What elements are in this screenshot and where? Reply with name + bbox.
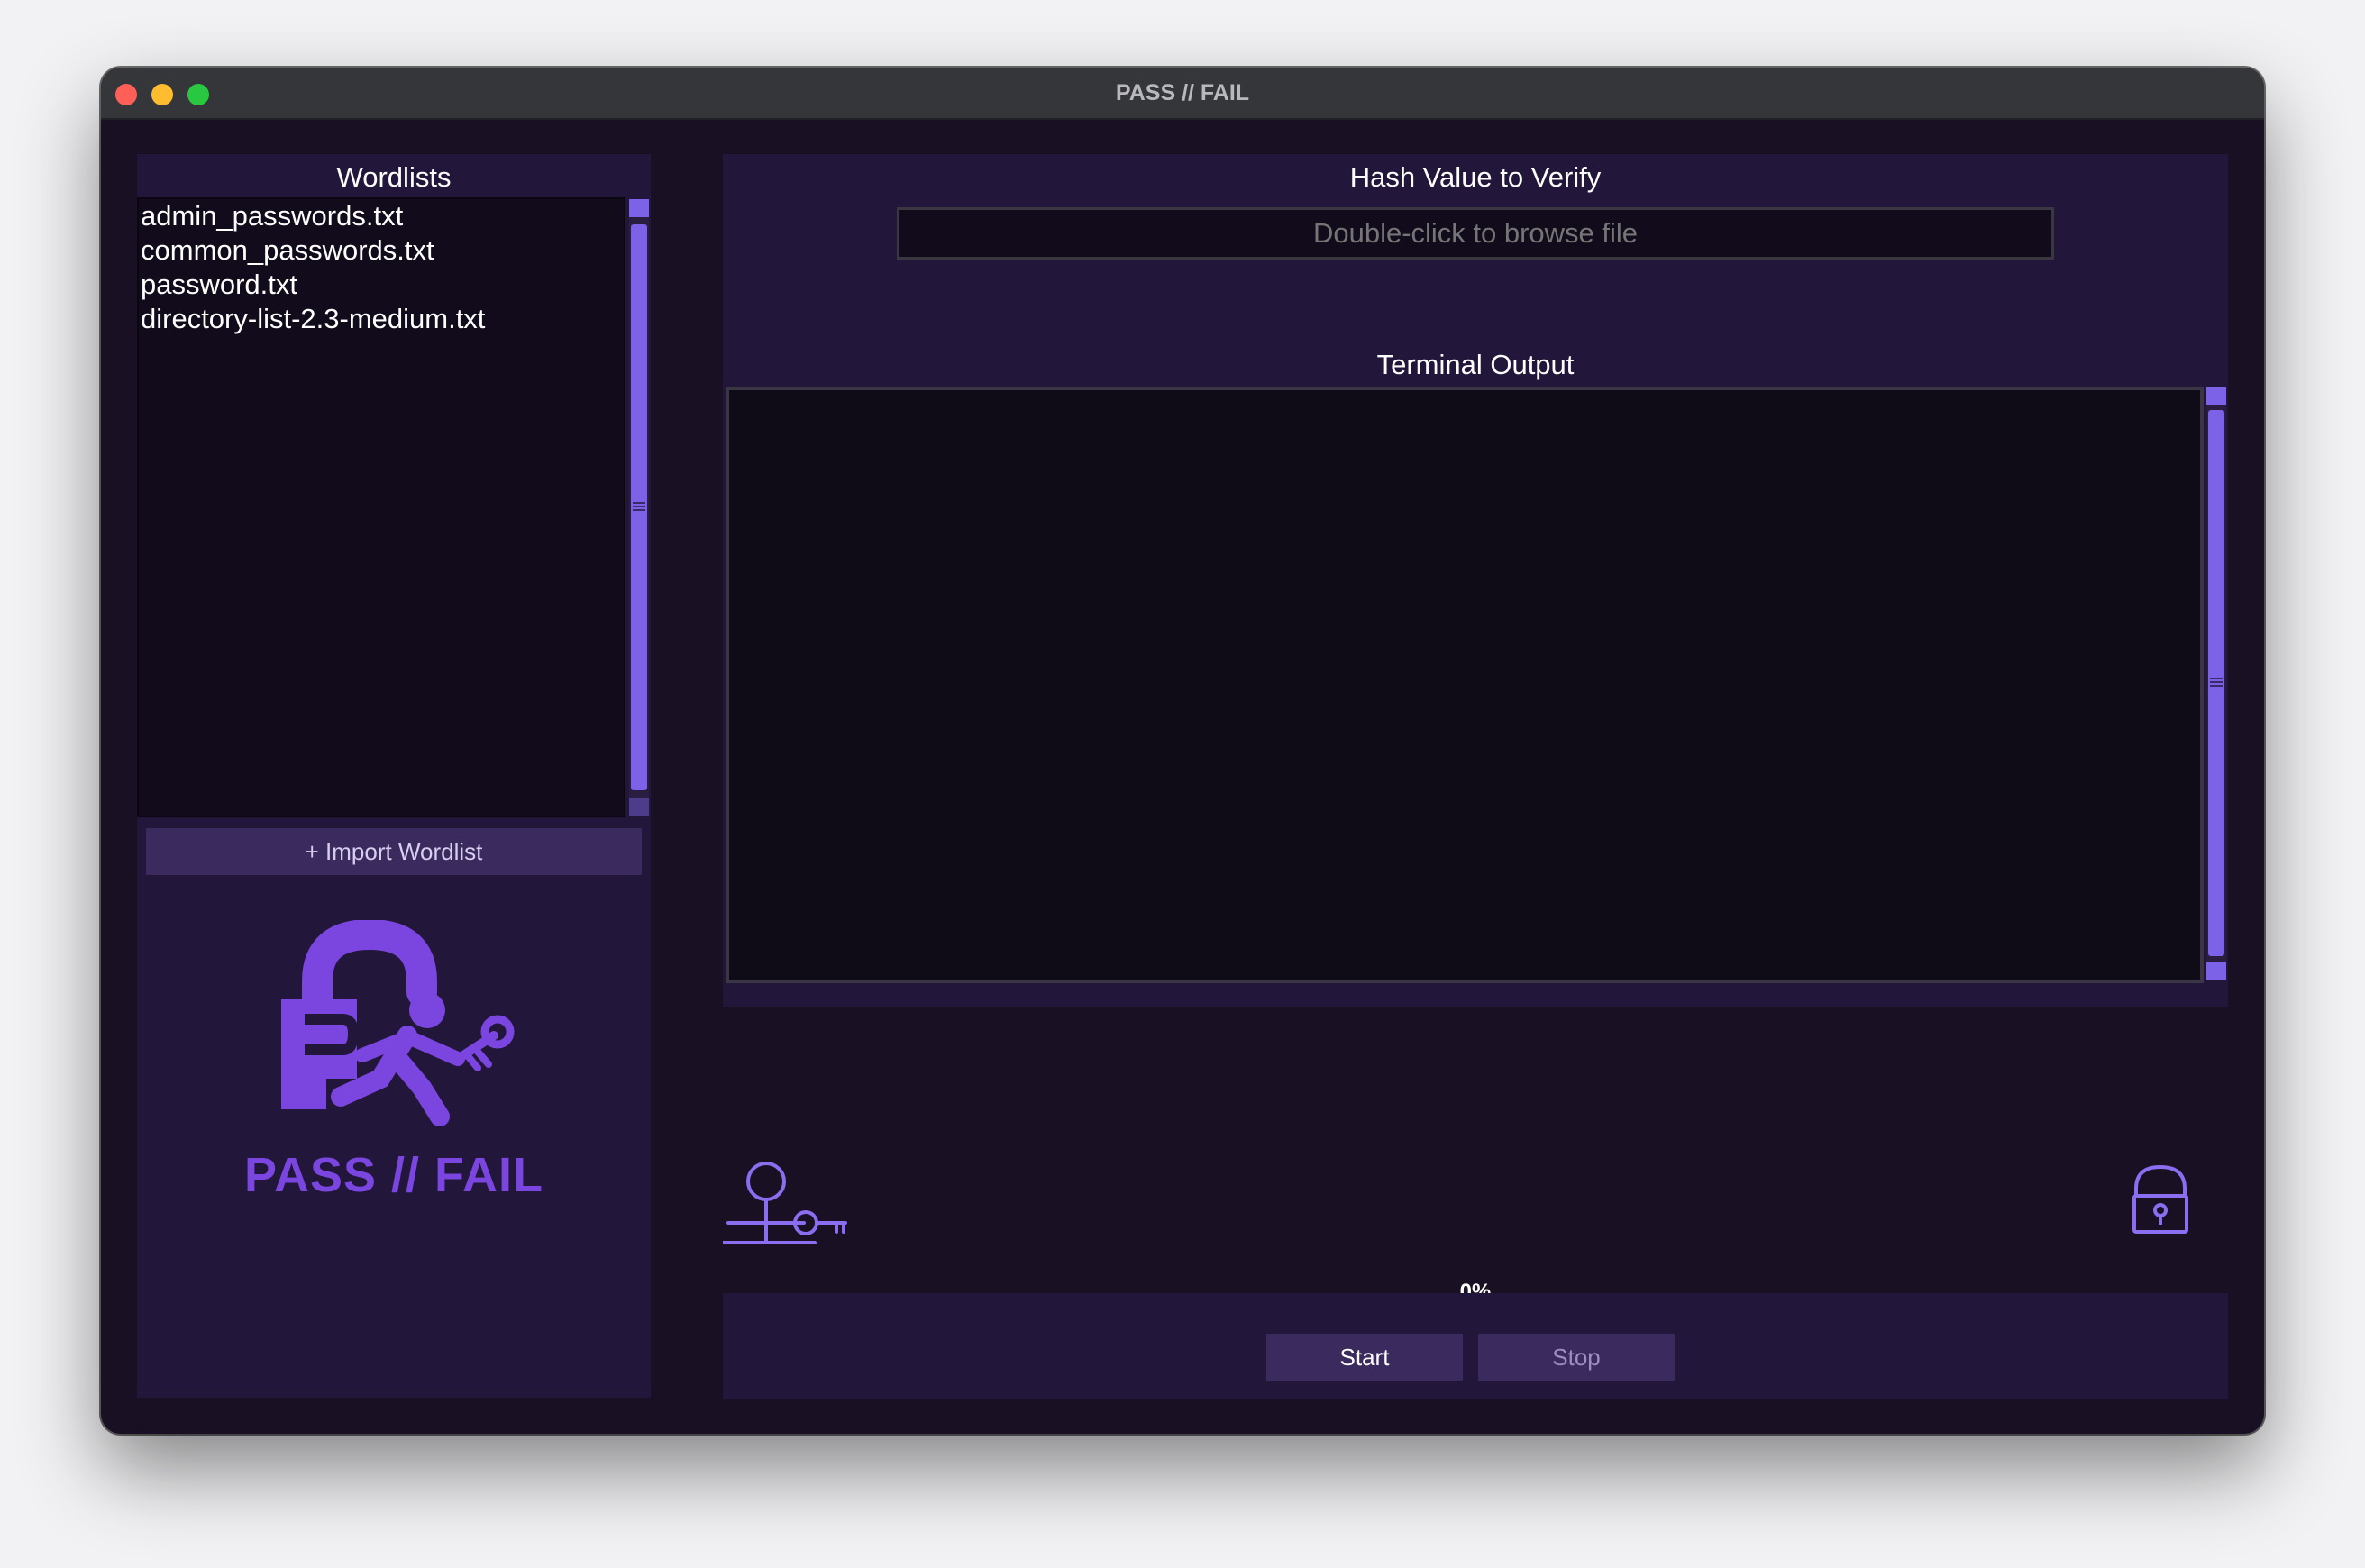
terminal-scrollbar[interactable] bbox=[2206, 387, 2226, 980]
scroll-thumb[interactable] bbox=[2208, 410, 2224, 956]
stop-button[interactable]: Stop bbox=[1478, 1334, 1675, 1381]
scroll-down-arrow[interactable] bbox=[629, 798, 649, 816]
import-wordlist-button[interactable]: + Import Wordlist bbox=[146, 828, 642, 875]
wordlist-item[interactable]: directory-list-2.3-medium.txt bbox=[139, 302, 624, 336]
padlock-icon bbox=[2132, 1164, 2188, 1234]
wordlist-scrollbar[interactable] bbox=[629, 199, 649, 816]
hash-title: Hash Value to Verify bbox=[1349, 161, 1602, 193]
stick-figure-with-key-icon bbox=[723, 1162, 847, 1244]
wordlists-panel: Wordlists admin_passwords.txt common_pass… bbox=[137, 154, 651, 1398]
control-bar: Start Stop bbox=[723, 1293, 2228, 1399]
scroll-down-arrow[interactable] bbox=[2206, 962, 2226, 980]
wordlists-title: Wordlists bbox=[336, 161, 452, 193]
title-bar: PASS // FAIL bbox=[101, 68, 2264, 120]
wordlist-item[interactable]: common_passwords.txt bbox=[139, 233, 624, 268]
hash-terminal-panel: Hash Value to Verify Terminal Output bbox=[723, 154, 2228, 1007]
progress-area: 0% bbox=[723, 1014, 2228, 1320]
app-logo: PASS // FAIL bbox=[137, 918, 651, 1263]
scroll-up-arrow[interactable] bbox=[2206, 387, 2226, 405]
window-title: PASS // FAIL bbox=[1115, 80, 1250, 105]
grip-icon bbox=[2210, 678, 2223, 688]
logo-text: PASS // FAIL bbox=[243, 1148, 544, 1202]
terminal-title: Terminal Output bbox=[1376, 349, 1575, 380]
scroll-thumb[interactable] bbox=[631, 224, 647, 790]
lock-runner-logo-icon bbox=[281, 918, 515, 1126]
scroll-up-arrow[interactable] bbox=[629, 199, 649, 217]
start-button[interactable]: Start bbox=[1266, 1334, 1463, 1381]
app-window: PASS // FAIL Wordlists admin_passwords.t… bbox=[101, 68, 2264, 1434]
grip-icon bbox=[633, 502, 645, 513]
terminal-output[interactable] bbox=[726, 387, 2204, 983]
wordlist-item[interactable]: password.txt bbox=[139, 268, 624, 302]
hash-file-input[interactable] bbox=[897, 207, 2054, 260]
wordlist-listbox[interactable]: admin_passwords.txt common_passwords.txt p… bbox=[137, 197, 625, 817]
wordlist-item[interactable]: admin_passwords.txt bbox=[139, 199, 624, 233]
